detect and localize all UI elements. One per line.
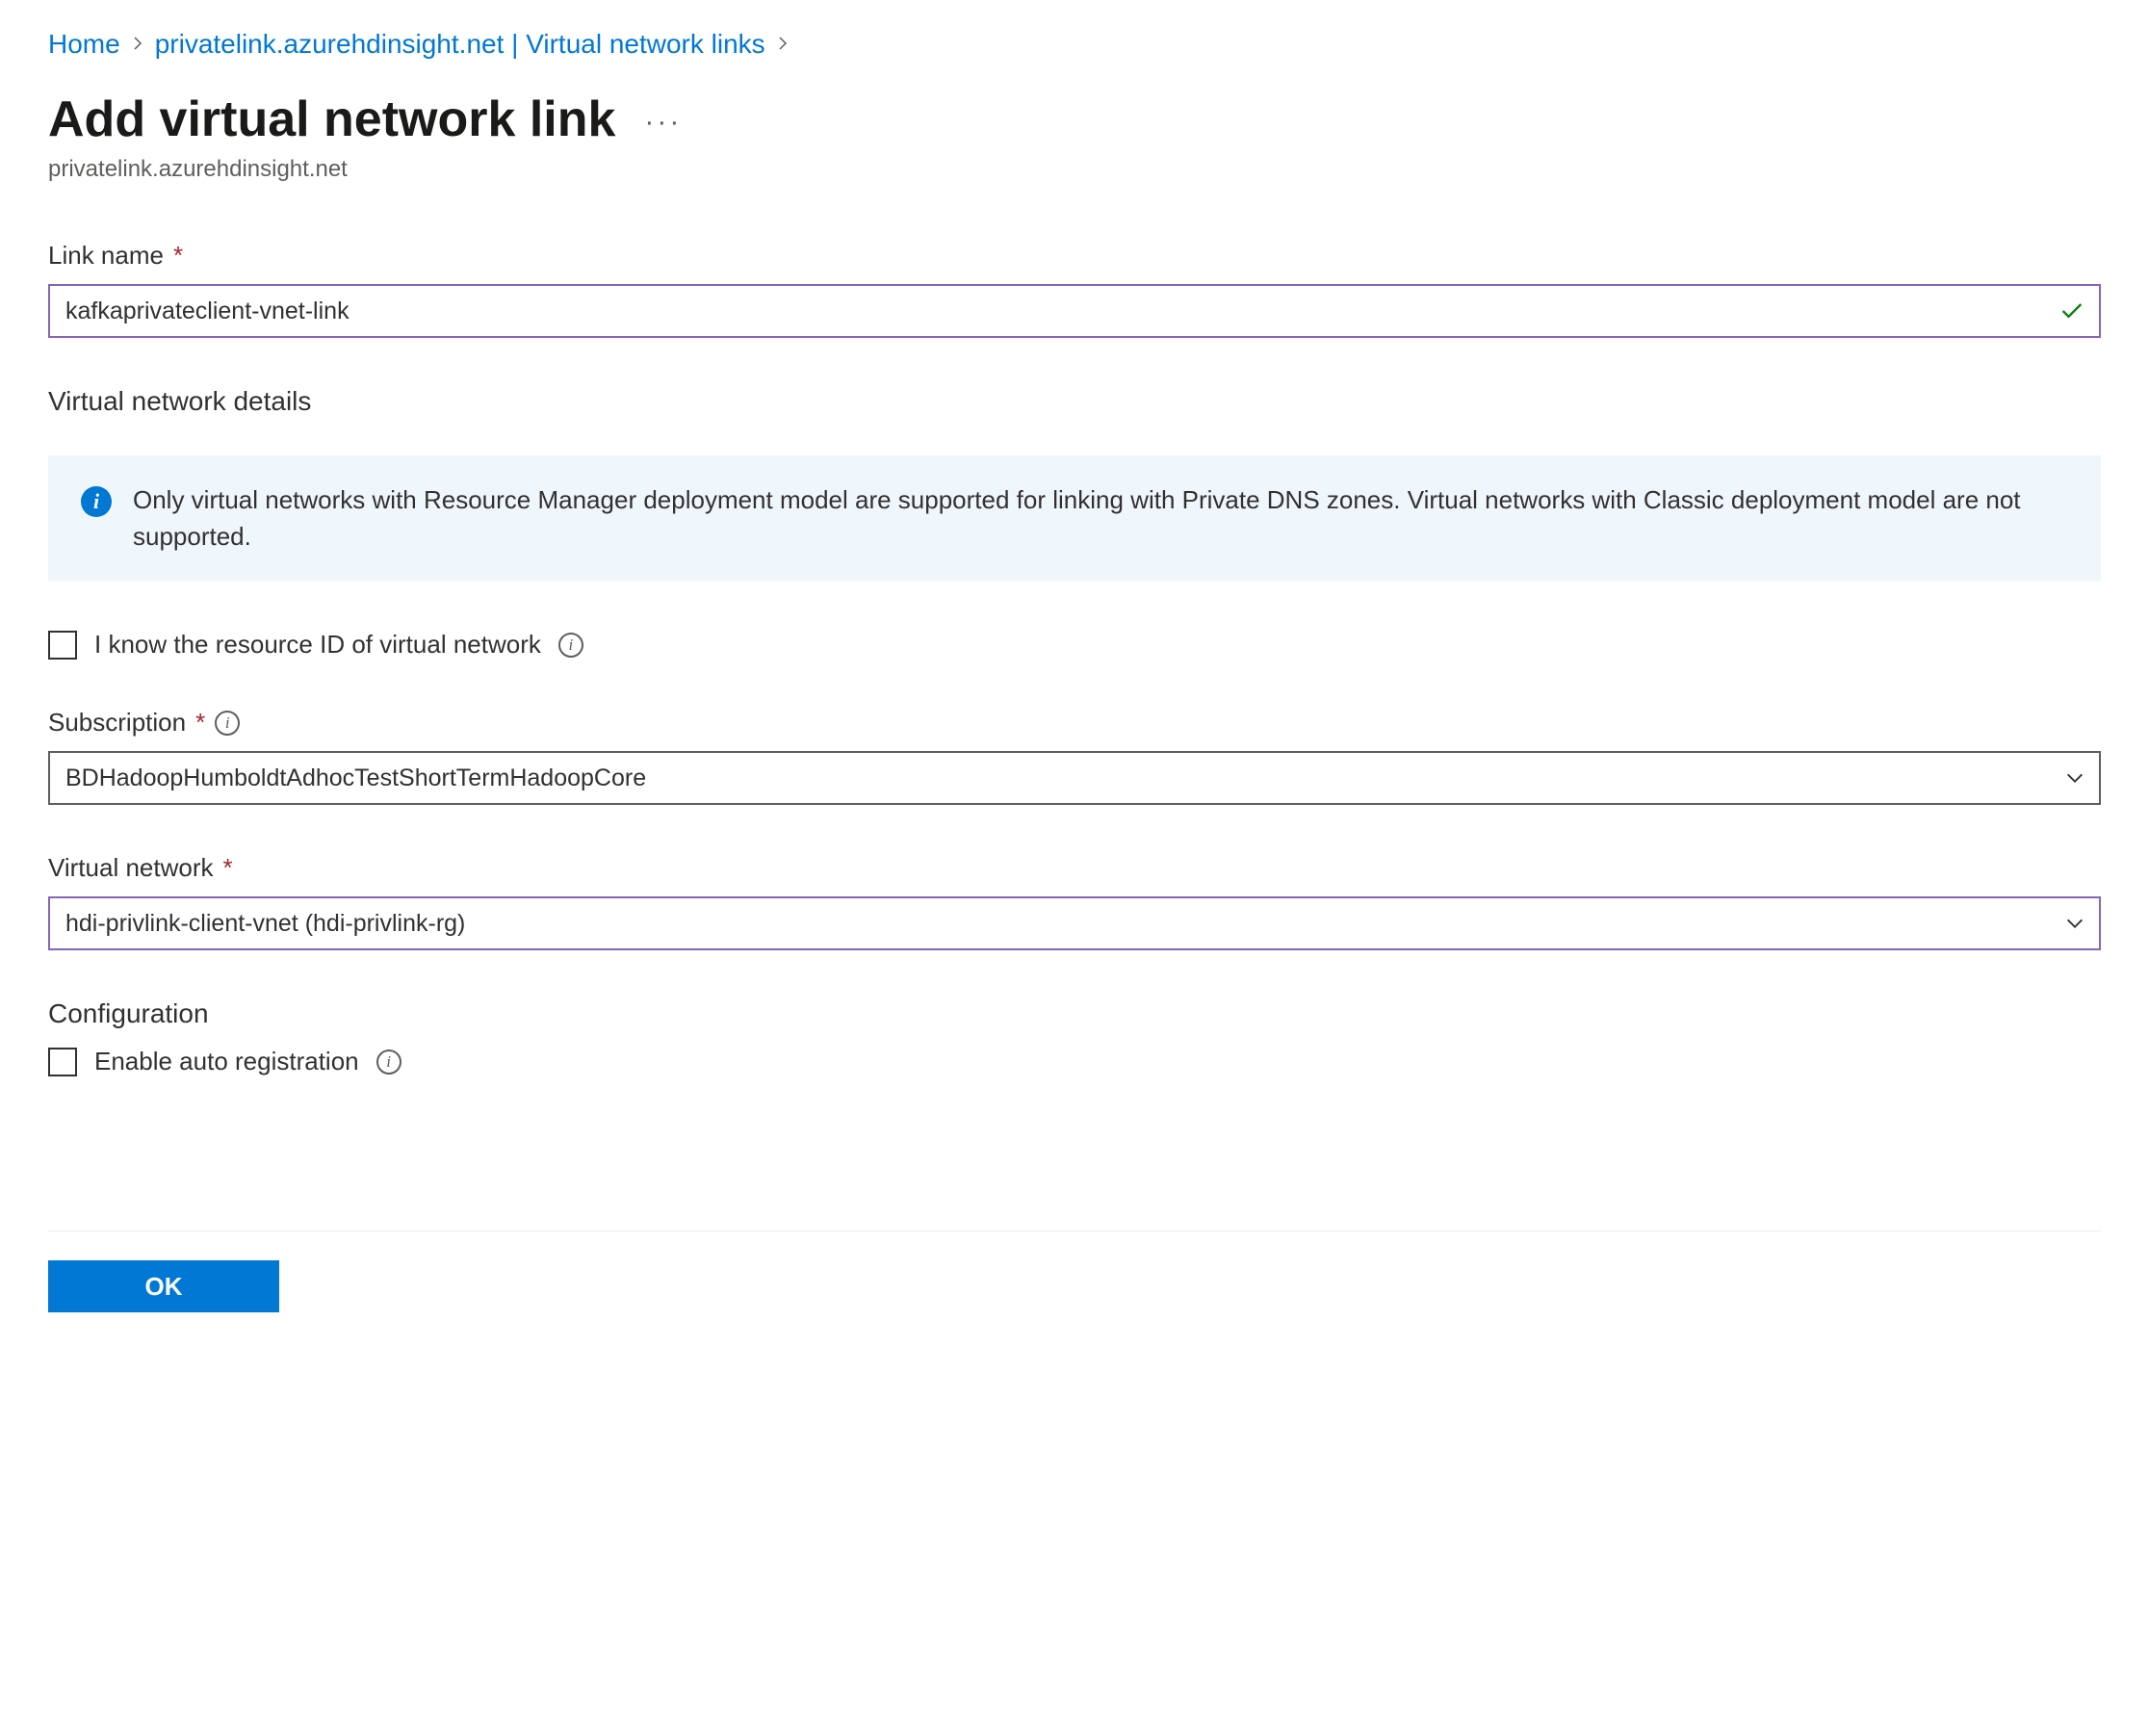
more-actions-button[interactable]: ··· (644, 106, 682, 139)
vnet-label: Virtual network * (48, 853, 2101, 883)
required-indicator: * (173, 241, 183, 271)
auto-registration-label: Enable auto registration (94, 1047, 359, 1076)
required-indicator: * (195, 708, 205, 738)
chevron-down-icon (2064, 767, 2085, 789)
link-name-label: Link name * (48, 241, 2101, 271)
info-text: Only virtual networks with Resource Mana… (133, 482, 2068, 555)
vnet-select[interactable]: hdi-privlink-client-vnet (hdi-privlink-r… (48, 896, 2101, 950)
chevron-right-icon (775, 32, 790, 57)
info-icon: i (81, 486, 112, 517)
info-icon[interactable]: i (558, 633, 583, 658)
info-icon[interactable]: i (215, 711, 240, 736)
auto-registration-checkbox[interactable] (48, 1048, 77, 1076)
chevron-right-icon (130, 32, 145, 57)
know-resource-id-checkbox[interactable] (48, 631, 77, 660)
subscription-select[interactable]: BDHadoopHumboldtAdhocTestShortTermHadoop… (48, 751, 2101, 805)
subscription-label: Subscription * i (48, 708, 2101, 738)
page-subtitle: privatelink.azurehdinsight.net (48, 156, 2101, 183)
required-indicator: * (223, 853, 233, 883)
know-resource-id-label: I know the resource ID of virtual networ… (94, 630, 541, 660)
info-icon[interactable]: i (376, 1049, 401, 1075)
chevron-down-icon (2064, 913, 2085, 934)
breadcrumb-parent[interactable]: privatelink.azurehdinsight.net | Virtual… (155, 29, 765, 60)
configuration-heading: Configuration (48, 998, 2101, 1029)
breadcrumb-home[interactable]: Home (48, 29, 120, 60)
breadcrumb: Home privatelink.azurehdinsight.net | Vi… (48, 29, 2101, 60)
checkmark-icon (2058, 298, 2085, 324)
vnet-details-heading: Virtual network details (48, 386, 2101, 417)
info-message: i Only virtual networks with Resource Ma… (48, 455, 2101, 582)
ok-button[interactable]: OK (48, 1260, 279, 1312)
link-name-input[interactable]: kafkaprivateclient-vnet-link (48, 284, 2101, 338)
page-title: Add virtual network link (48, 91, 615, 148)
